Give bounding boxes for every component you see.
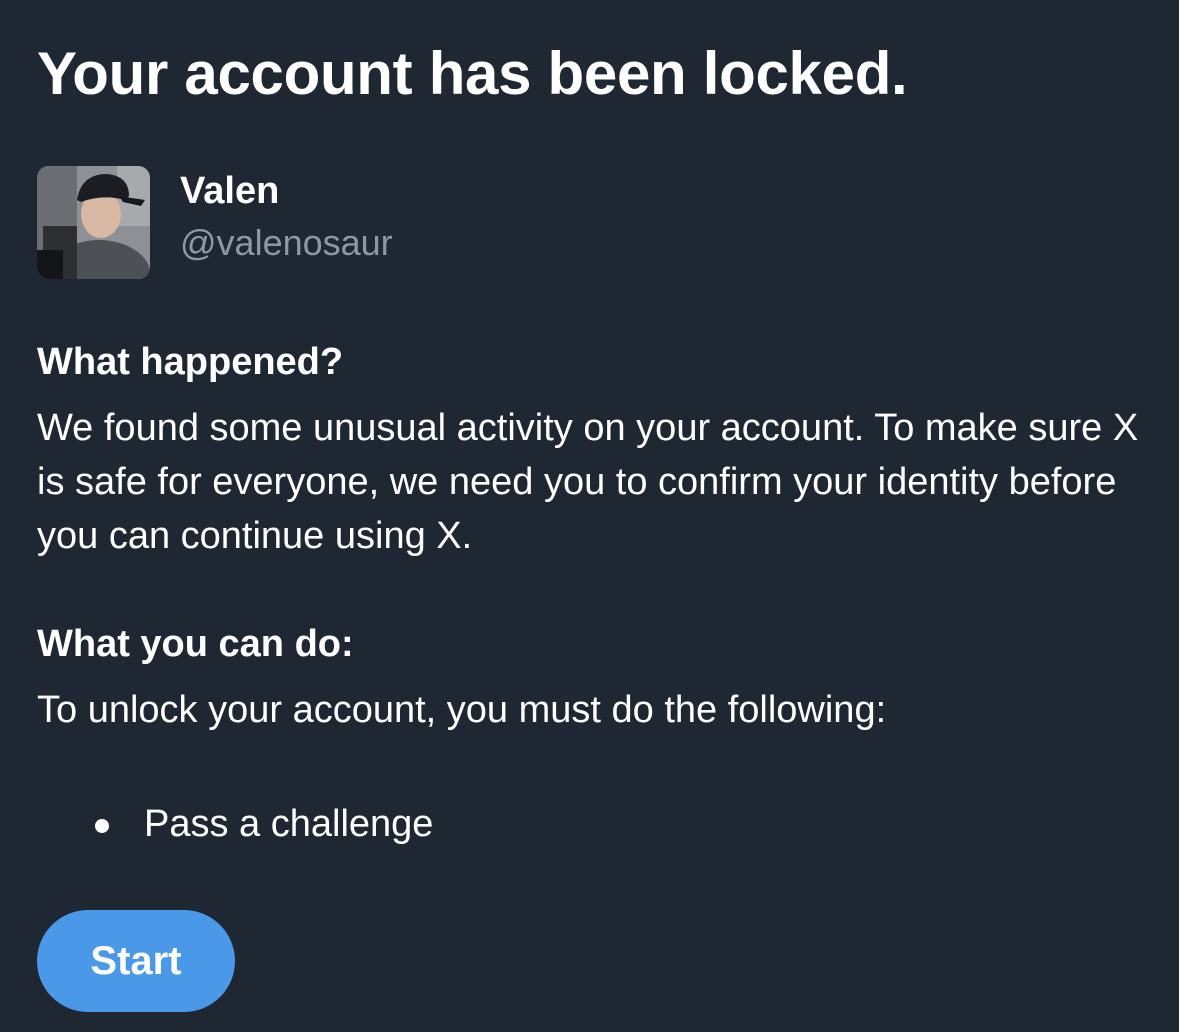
- username-handle: @valenosaur: [180, 222, 393, 263]
- account-profile: Valen @valenosaur: [37, 166, 737, 280]
- what-you-can-do-heading: What you can do:: [37, 623, 354, 665]
- what-happened-text: We found some unusual activity on your a…: [37, 407, 1139, 557]
- display-name: Valen: [180, 170, 280, 212]
- profile-photo-icon: [37, 166, 150, 279]
- what-happened-heading: What happened?: [37, 341, 344, 383]
- page-title: Your account has been locked.: [37, 40, 908, 107]
- what-you-can-do-text: To unlock your account, you must do the …: [37, 689, 887, 731]
- start-button[interactable]: Start: [37, 910, 235, 1012]
- step-label: Pass a challenge: [144, 803, 434, 845]
- bullet-icon: [95, 819, 109, 833]
- avatar: [37, 166, 150, 279]
